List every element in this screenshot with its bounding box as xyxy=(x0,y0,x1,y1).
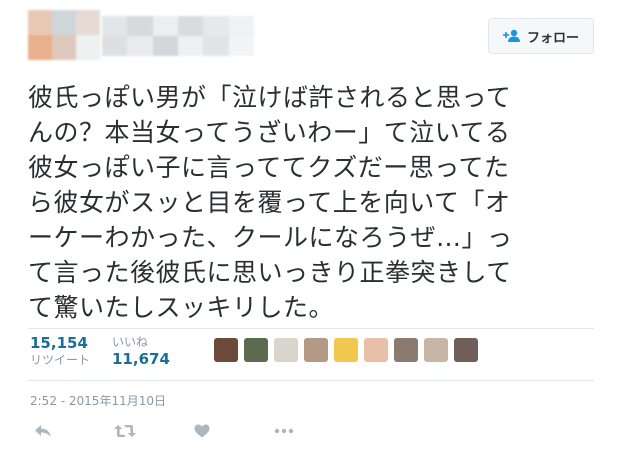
stats-divider-bottom xyxy=(28,380,594,381)
name-pixel xyxy=(127,16,153,36)
tweet-line: て驚いたしスッキリした。 xyxy=(28,293,335,322)
avatar-pixel xyxy=(28,35,52,60)
follow-button[interactable]: フォロー xyxy=(488,18,594,54)
stats-divider-top xyxy=(28,328,594,329)
user-avatar-3[interactable] xyxy=(274,338,298,362)
tweet-line: んの？本当女ってうざいわー」て泣いてる xyxy=(28,118,511,147)
name-pixel xyxy=(178,36,204,56)
avatar-pixel xyxy=(28,10,52,35)
like-stat[interactable]: いいね 11,674 xyxy=(112,334,170,368)
name-pixel xyxy=(152,36,178,56)
avatar-pixel xyxy=(76,10,100,35)
tweet-line: 彼女っぽい子に言っててクズだー思ってた xyxy=(28,153,510,182)
user-avatar-2[interactable] xyxy=(244,338,268,362)
like-count: 11,674 xyxy=(112,350,170,368)
author-avatar[interactable] xyxy=(28,10,100,60)
reply-button[interactable] xyxy=(34,420,76,442)
avatar-pixel xyxy=(52,10,76,35)
retweet-button[interactable] xyxy=(114,420,156,442)
tweet-stats: 15,154 リツイート いいね 11,674 xyxy=(30,334,590,374)
tweet-header: フォロー xyxy=(28,10,608,70)
avatar-pixel xyxy=(76,35,100,60)
user-avatar-4[interactable] xyxy=(304,338,328,362)
author-name-blurred[interactable] xyxy=(102,16,254,56)
retweet-stat[interactable]: 15,154 リツイート xyxy=(30,334,90,368)
tweet-timestamp[interactable]: 2:52 - 2015年11月10日 xyxy=(30,392,166,409)
user-avatar-6[interactable] xyxy=(364,338,388,362)
tweet-line: ら彼女がスッと目を覆って上を向いて「オ xyxy=(28,188,511,217)
name-pixel xyxy=(203,16,229,36)
name-pixel xyxy=(127,36,153,56)
name-pixel xyxy=(228,36,254,56)
more-button[interactable] xyxy=(274,420,316,442)
add-user-icon xyxy=(502,29,521,43)
user-avatar-5[interactable] xyxy=(334,338,358,362)
name-pixel xyxy=(228,16,254,36)
name-pixel xyxy=(102,36,128,56)
name-pixel xyxy=(203,36,229,56)
tweet-text: 彼氏っぽい男が「泣けば許されると思って んの？本当女ってうざいわー」て泣いてる … xyxy=(28,80,588,325)
follow-label: フォロー xyxy=(526,30,579,46)
user-avatar-1[interactable] xyxy=(214,338,238,362)
retweet-label: リツイート xyxy=(30,353,91,367)
heart-icon xyxy=(194,424,210,438)
tweet-line: て言った後彼氏に思いっきり正拳突きして xyxy=(28,258,512,287)
like-button[interactable] xyxy=(194,420,236,442)
tweet-actions xyxy=(34,420,354,442)
tweet-line: ーケーわかった、クールになろうぜ…」っ xyxy=(28,223,513,252)
user-avatar-8[interactable] xyxy=(424,338,448,362)
retweet-count: 15,154 xyxy=(30,334,88,352)
name-pixel xyxy=(152,16,178,36)
name-pixel xyxy=(178,16,204,36)
tweet-line: 彼氏っぽい男が「泣けば許されると思って xyxy=(28,83,512,112)
user-avatar-9[interactable] xyxy=(454,338,478,362)
like-label: いいね xyxy=(112,335,149,349)
reply-icon xyxy=(35,425,51,437)
liker-avatars xyxy=(214,338,478,362)
name-pixel xyxy=(102,16,128,36)
user-avatar-7[interactable] xyxy=(394,338,418,362)
retweet-icon xyxy=(114,425,136,437)
more-dots-icon xyxy=(274,428,294,434)
avatar-pixel xyxy=(52,35,76,60)
